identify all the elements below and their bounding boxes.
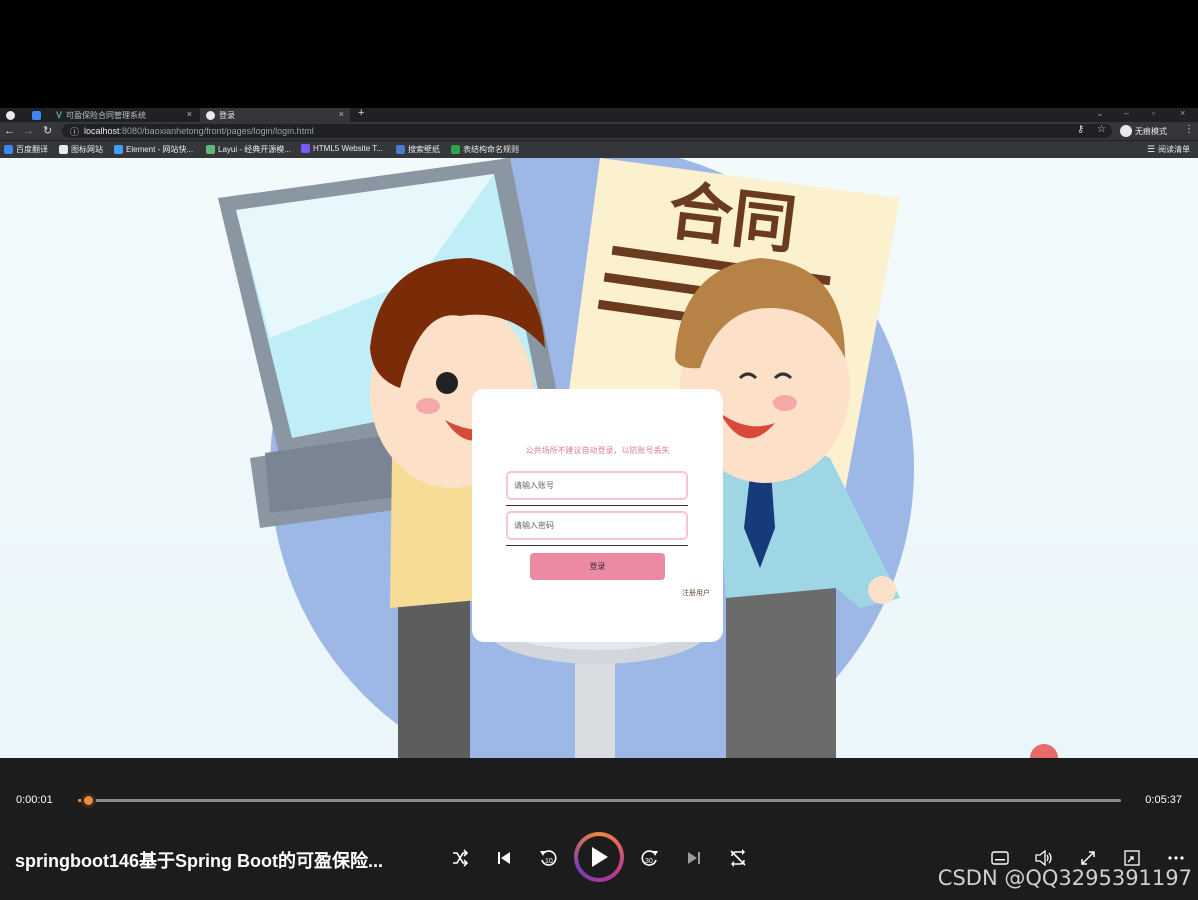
play-icon [592,847,608,867]
password-field[interactable] [506,511,688,540]
url-path: :8080/baoxianhetong/front/pages/login/lo… [119,126,314,136]
element-icon [114,145,123,154]
bookmark-layui[interactable]: Layui - 经典开源模... [206,144,291,155]
login-card: 公共场所不建议自动登录，以防账号丢失 登录 注册用户 [472,389,723,642]
page-viewport: 合同 公共场所不建议自动登录，以防账号丢失 请输入账号 登录 注册用户 [0,158,1198,758]
url-host: localhost [84,126,120,136]
svg-text:10: 10 [545,858,553,865]
minimize-icon[interactable]: – [1124,108,1129,118]
menu-icon[interactable]: ⋮ [1184,124,1194,135]
username-underline [506,505,688,506]
bookmark-html5[interactable]: HTML5 Website T... [301,144,383,153]
layui-icon [206,145,215,154]
total-time: 0:05:37 [1145,794,1182,806]
tab-label: 登录 [219,110,235,120]
incognito-icon [1120,125,1132,137]
wallpaper-icon [396,145,405,154]
close-tab-icon[interactable]: × [187,109,192,119]
login-button[interactable]: 登录 [530,553,665,580]
bookmark-label: Element - 网站快... [126,145,194,154]
table-icon [451,145,460,154]
play-button-inner [578,836,620,878]
password-input[interactable] [508,513,686,538]
tab-search-icon[interactable]: ⌄ [1096,108,1104,119]
restore-icon[interactable]: ▫ [1152,108,1155,118]
close-tab-icon[interactable]: × [339,109,344,119]
bookmark-label: 搜索壁纸 [408,145,440,154]
bookmark-label: HTML5 Website T... [313,144,383,153]
bookmark-icon-site[interactable]: 图标网站 [59,144,103,155]
bookmarks-bar: 百度翻译 图标网站 Element - 网站快... Layui - 经典开源模… [0,140,1198,158]
rewind-10-icon[interactable]: 10 [536,846,560,870]
bookmark-baidu-translate[interactable]: 百度翻译 [4,144,48,155]
register-link[interactable]: 注册用户 [682,588,710,598]
forward-icon[interactable]: → [23,124,34,138]
url-input[interactable]: ⓘ localhost :8080/baoxianhetong/front/pa… [62,124,1112,138]
reload-icon[interactable]: ↻ [43,124,52,138]
back-icon[interactable]: ← [4,124,15,138]
seek-thumb[interactable] [81,793,97,808]
repeat-off-icon[interactable] [726,846,750,870]
tab-globe[interactable] [0,108,22,122]
reading-list-label: 阅读清单 [1158,145,1191,154]
bookmark-label: 百度翻译 [16,145,48,154]
forward-30-icon[interactable]: 30 [638,846,662,870]
close-window-icon[interactable]: × [1180,108,1185,118]
next-icon[interactable] [682,846,706,870]
login-tip: 公共场所不建议自动登录，以防账号丢失 [525,446,670,455]
screen: V 可盈保险合同管理系统 × 登录 × + ⌄ – ▫ × ← → ↻ ⓘ lo… [0,0,1198,900]
tab-pinned[interactable] [26,108,48,122]
browser-window: V 可盈保险合同管理系统 × 登录 × + ⌄ – ▫ × ← → ↻ ⓘ lo… [0,108,1198,758]
tab-label: 可盈保险合同管理系统 [66,110,147,120]
bookmark-label: Layui - 经典开源模... [218,145,291,154]
bookmark-element[interactable]: Element - 网站快... [114,144,193,155]
previous-icon[interactable] [492,846,516,870]
info-icon: ⓘ [70,126,80,137]
key-icon[interactable]: ⚷ [1077,124,1084,135]
watermark: CSDN @QQ3295391197 [937,866,1192,890]
password-underline [506,545,688,546]
video-player: 0:00:01 0:05:37 springboot146基于Spring Bo… [0,758,1198,900]
vue-icon: V [56,110,63,120]
bookmark-table-naming[interactable]: 表结构命名规则 [451,144,519,155]
incognito-label: 无痕模式 [1135,126,1167,136]
reading-list-icon: ☰ [1147,144,1156,154]
tab-login[interactable]: 登录 × [200,108,350,122]
svg-text:30: 30 [645,858,653,865]
bookmark-star-icon[interactable]: ☆ [1097,124,1106,135]
globe-icon [6,110,15,120]
play-button[interactable] [574,832,624,882]
bookmark-label: 图标网站 [71,145,103,154]
html5-icon [301,144,310,153]
seek-bar[interactable] [78,793,1121,808]
flag-icon [59,145,68,154]
reading-list[interactable]: ☰ 阅读清单 [1147,144,1190,155]
username-input[interactable] [508,473,686,498]
new-tab-icon[interactable]: + [358,108,364,119]
bookmark-label: 表结构命名规则 [463,145,519,154]
shuffle-icon[interactable] [448,846,472,870]
current-time: 0:00:01 [16,794,53,806]
floating-dot [1030,744,1058,758]
address-bar-row: ← → ↻ ⓘ localhost :8080/baoxianhetong/fr… [0,122,1198,140]
tab-strip: V 可盈保险合同管理系统 × 登录 × + ⌄ – ▫ × [0,108,1198,122]
tab-system[interactable]: V 可盈保险合同管理系统 × [50,108,198,122]
video-title: springboot146基于Spring Boot的可盈保险... [15,851,383,871]
pin-icon [32,110,41,120]
translate-icon [4,145,13,154]
username-field[interactable] [506,471,688,500]
bookmark-wallpaper[interactable]: 搜索壁纸 [396,144,440,155]
contract-title: 合同 [664,174,800,263]
globe-icon [206,110,215,120]
incognito-indicator[interactable]: 无痕模式 [1120,124,1167,138]
